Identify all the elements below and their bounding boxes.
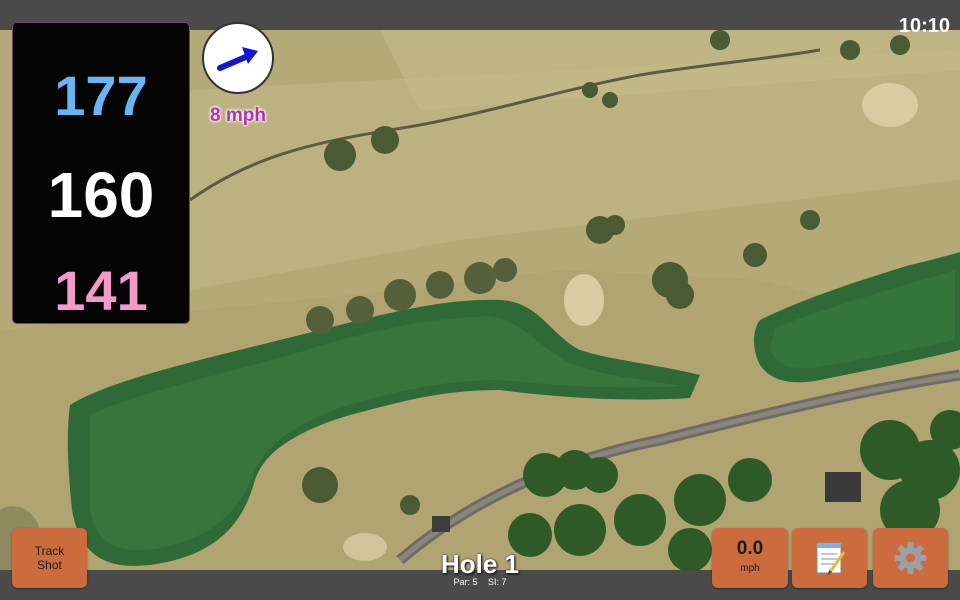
golf-gps-screen: 10:10 177 160 141 8 mph Track Shot Hole … [0, 0, 960, 600]
notes-button[interactable] [792, 528, 867, 588]
center-distance: 160 [47, 159, 155, 231]
track-shot-label-line1: Track [34, 544, 65, 558]
wind-speed-button[interactable]: 0.0 mph [712, 528, 788, 588]
back-distance: 177 [54, 64, 148, 127]
hole-title: Hole 1 [440, 549, 520, 579]
hole-meta: Par: 5 SI: 7 [380, 577, 580, 587]
settings-button[interactable] [873, 528, 948, 588]
gear-icon [894, 542, 927, 574]
track-shot-label-line2: Shot [37, 558, 62, 572]
track-shot-button[interactable]: Track Shot [12, 528, 87, 588]
wind-direction-indicator [202, 22, 274, 94]
hole-stroke-index: SI: 7 [488, 577, 507, 587]
clock: 10:10 [898, 15, 950, 37]
hole-par: Par: 5 [453, 577, 478, 587]
notepad-icon [816, 542, 846, 575]
wind-button-unit: mph [740, 563, 760, 574]
wind-button-value: 0.0 [736, 538, 764, 559]
front-distance: 141 [54, 259, 148, 322]
wind-speed-label: 8 mph [210, 105, 266, 126]
arrow-right-icon [217, 47, 258, 71]
distance-panel: 177 160 141 [12, 22, 190, 324]
